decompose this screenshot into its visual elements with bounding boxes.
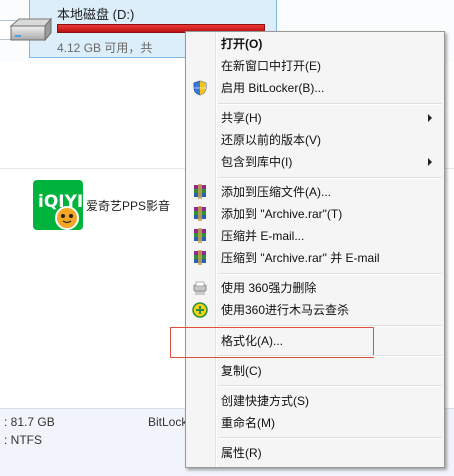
menu-separator [218, 385, 442, 387]
details-file-system: : NTFS [4, 433, 42, 447]
menu-item-share[interactable]: 共享(H) [221, 109, 262, 127]
menu-item-add-to-archive[interactable]: 添加到压缩文件(A)... [221, 183, 331, 201]
winrar-icon [194, 250, 206, 265]
hard-drive-icon [9, 17, 53, 42]
details-bitlocker: BitLock [148, 415, 188, 429]
submenu-arrow-icon [428, 158, 432, 166]
security-360-icon [192, 302, 208, 318]
menu-item-open-new-window[interactable]: 在新窗口中打开(E) [221, 57, 321, 75]
menu-item-copy[interactable]: 复制(C) [221, 362, 262, 380]
menu-separator [218, 177, 442, 179]
drive-name: 本地磁盘 (D:) [57, 7, 135, 22]
menu-item-compress-rar-email[interactable]: 压缩到 "Archive.rar" 并 E-mail [221, 249, 380, 267]
details-total-size: : 81.7 GB [4, 415, 55, 429]
menu-item-bitlocker[interactable]: 启用 BitLocker(B)... [221, 79, 324, 97]
menu-item-create-shortcut[interactable]: 创建快捷方式(S) [221, 392, 309, 410]
menu-item-rename[interactable]: 重命名(M) [221, 414, 275, 432]
menu-icon-gutter-highlight [216, 32, 217, 467]
menu-separator [218, 437, 442, 439]
menu-item-include-library[interactable]: 包含到库中(I) [221, 153, 292, 171]
winrar-icon [194, 206, 206, 221]
menu-separator [218, 273, 442, 275]
iqiyi-app-icon[interactable]: iQIYI [33, 180, 83, 230]
menu-item-360-force-delete[interactable]: 使用 360强力删除 [221, 279, 316, 297]
menu-item-360-scan[interactable]: 使用360进行木马云查杀 [221, 301, 349, 319]
menu-item-add-to-archive-rar[interactable]: 添加到 "Archive.rar"(T) [221, 205, 342, 223]
menu-item-properties[interactable]: 属性(R) [221, 444, 262, 462]
submenu-arrow-icon [428, 114, 432, 122]
annotation-highlight-box [170, 327, 374, 358]
menu-item-open[interactable]: 打开(O) [221, 35, 262, 53]
winrar-icon [194, 184, 206, 199]
shredder-icon [193, 281, 207, 295]
menu-separator [218, 103, 442, 105]
app-label-iqiyi[interactable]: 爱奇艺PPS影音 [86, 197, 170, 214]
drive-free-space: 4.12 GB 可用，共 [57, 41, 153, 55]
menu-item-restore-versions[interactable]: 还原以前的版本(V) [221, 131, 321, 149]
menu-separator [218, 355, 442, 357]
menu-item-compress-email[interactable]: 压缩并 E-mail... [221, 227, 304, 245]
uac-shield-icon [193, 80, 207, 96]
winrar-icon [194, 228, 206, 243]
